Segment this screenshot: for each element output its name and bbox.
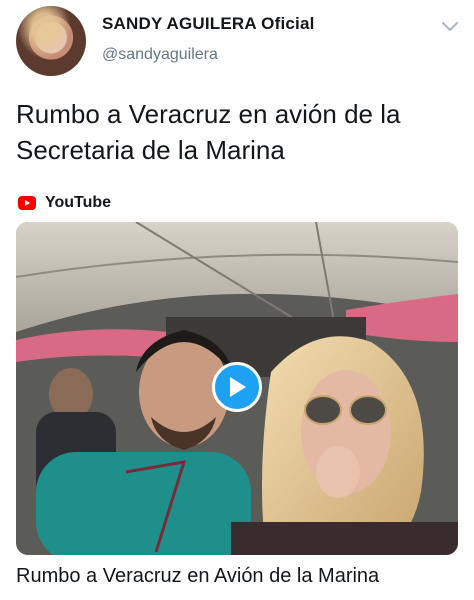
author-display-name[interactable]: SANDY AGUILERA Oficial xyxy=(102,14,315,34)
tweet-card[interactable]: SANDY AGUILERA Oficial @sandyaguilera Ru… xyxy=(0,0,474,600)
youtube-icon xyxy=(18,196,36,210)
source-link[interactable]: YouTube xyxy=(18,193,111,213)
avatar[interactable] xyxy=(16,6,86,76)
play-icon xyxy=(230,377,246,397)
avatar-image xyxy=(16,6,86,76)
video-thumbnail[interactable] xyxy=(16,222,458,555)
source-label: YouTube xyxy=(45,194,112,211)
card-title[interactable]: Rumbo a Veracruz en Avión de la Marina xyxy=(16,565,379,588)
play-button[interactable] xyxy=(212,362,262,412)
chevron-down-icon[interactable] xyxy=(440,20,460,34)
author-handle[interactable]: @sandyaguilera xyxy=(102,46,218,64)
tweet-text: Rumbo a Veracruz en avión de la Secretar… xyxy=(16,99,401,165)
